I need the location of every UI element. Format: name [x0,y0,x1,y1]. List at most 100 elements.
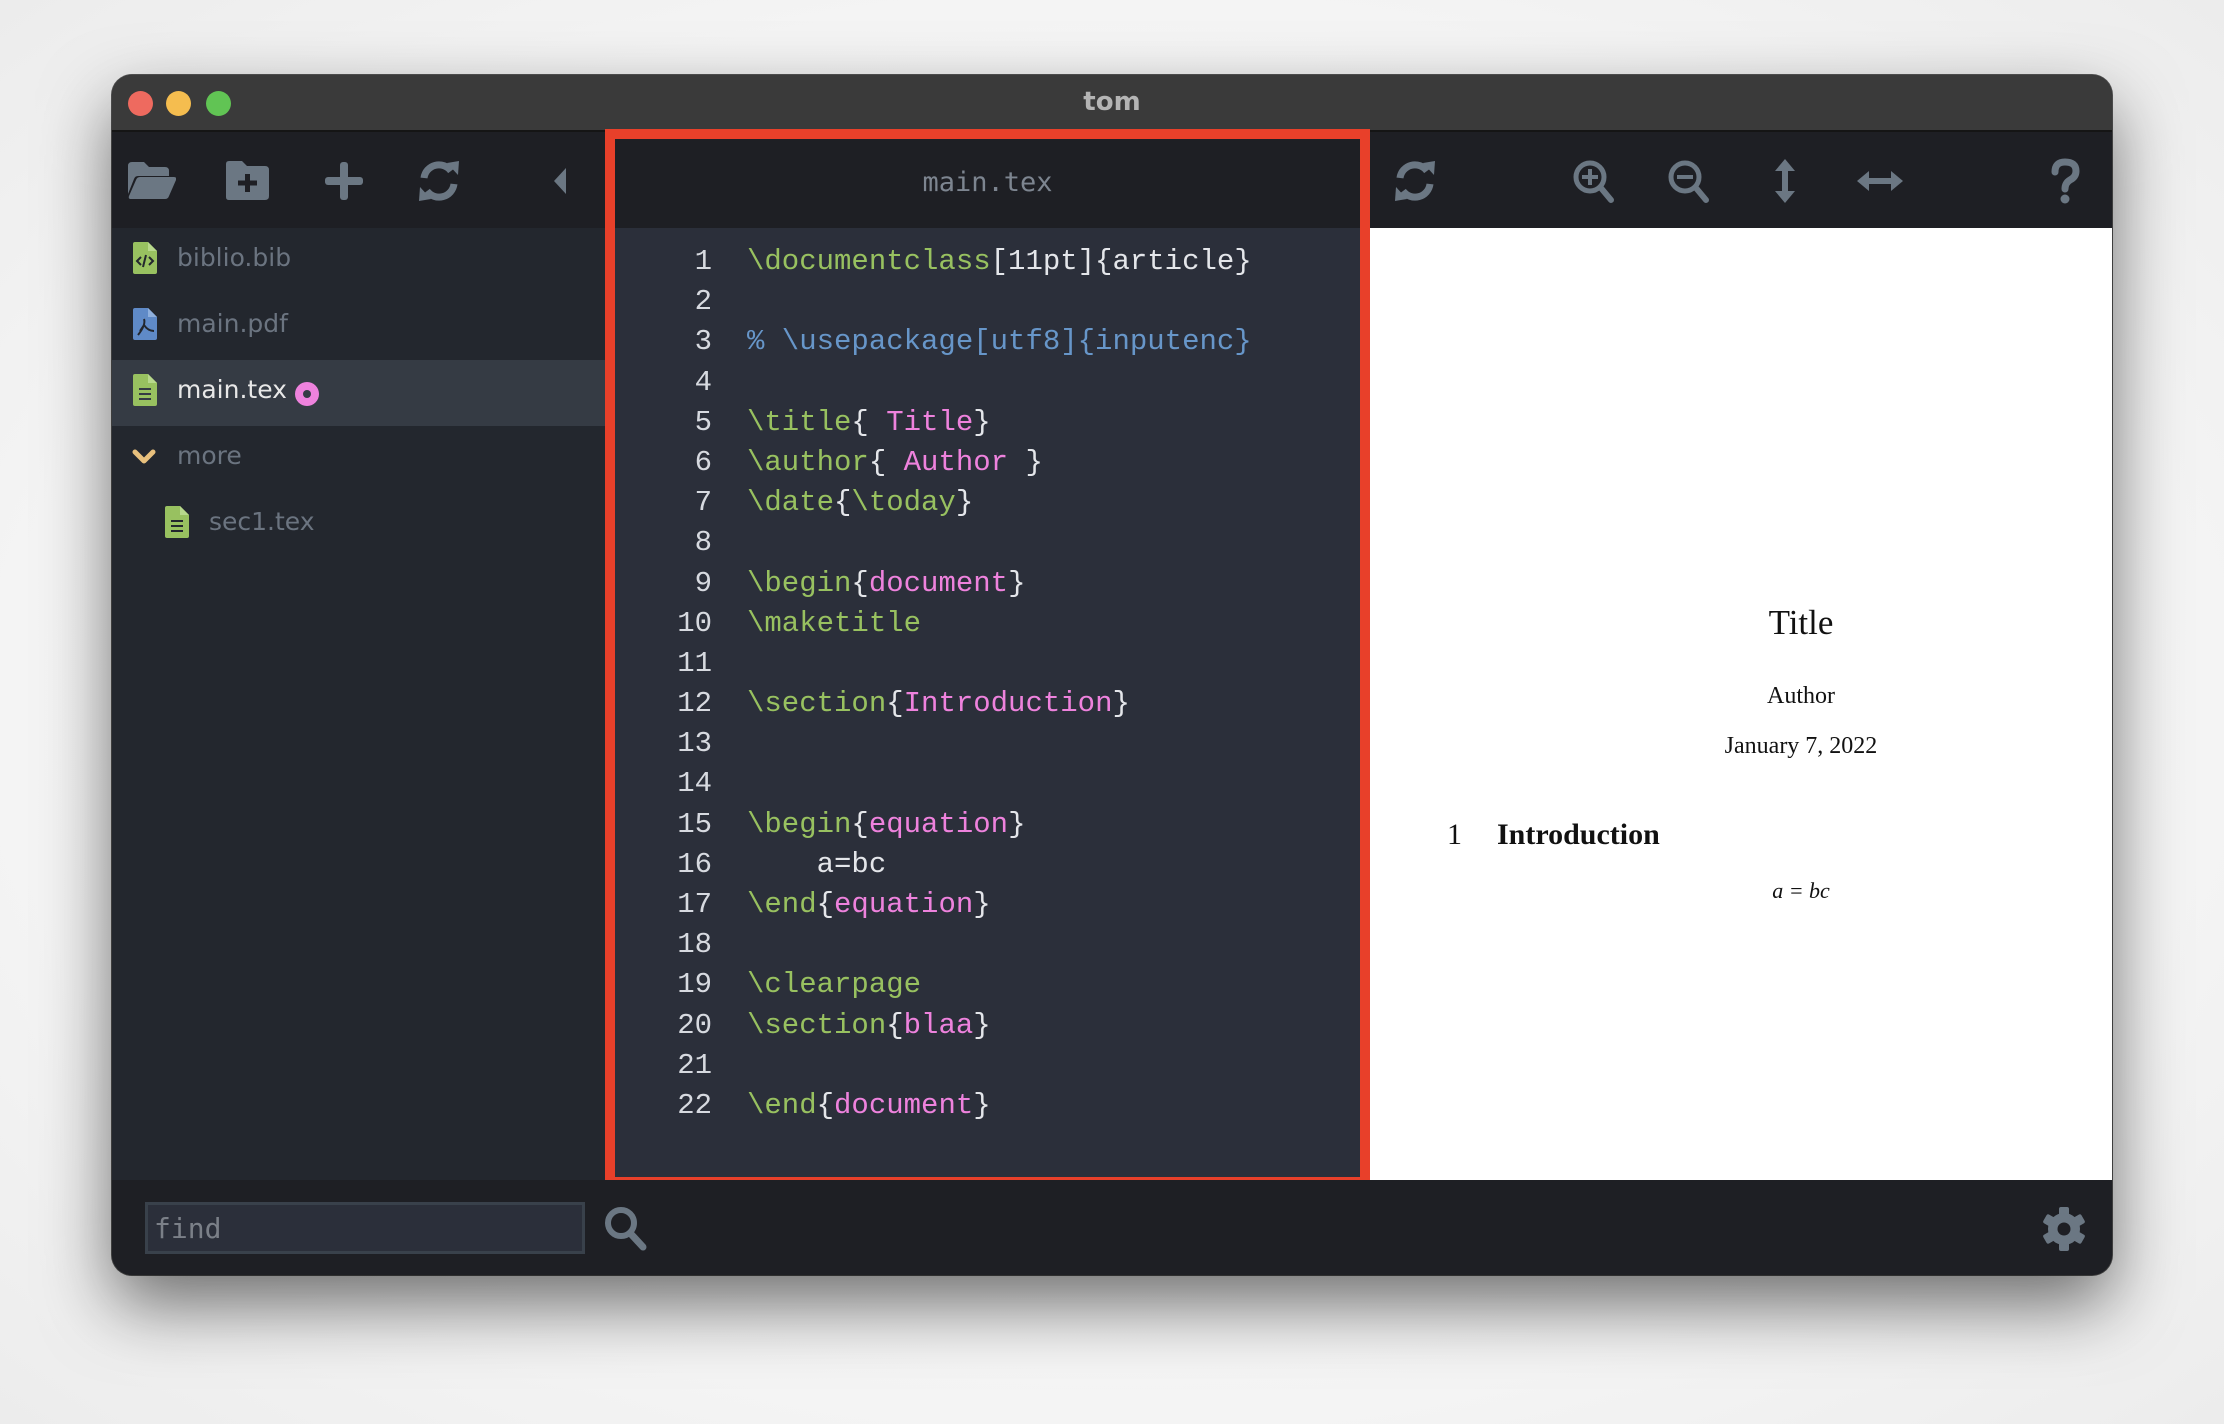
code-line[interactable]: 2 [615,282,1360,322]
latex-command: \begin [747,807,852,841]
pdf-title: Title [1768,603,1834,642]
code-line[interactable]: 8 [615,523,1360,563]
code-line[interactable]: 1 \documentclass[11pt]{article} [615,242,1360,282]
latex-command: \author [747,445,869,479]
pdf-equation: a = bc [1772,878,1830,903]
code-line[interactable]: 13 [615,724,1360,764]
line-source: \begin{equation} [747,805,1025,845]
search-button[interactable] [602,1204,650,1252]
file-item-main-tex[interactable]: main.tex [112,360,605,426]
line-source: % \usepackage[utf8]{inputenc} [747,322,1252,362]
line-source: \begin{document} [747,564,1025,604]
latex-command: \maketitle [747,606,922,640]
code-text: } [1112,687,1130,721]
search-icon [605,1207,647,1251]
line-source: \section{blaa} [747,1006,991,1046]
fit-height-button[interactable] [1760,158,1810,204]
code-line[interactable]: 3 % \usepackage[utf8]{inputenc} [615,322,1360,362]
line-number: 11 [677,646,712,680]
line-number: 15 [677,807,712,841]
line-number: 19 [677,968,712,1002]
pdf-preview[interactable]: Title Author January 7, 2022 1 Introducti… [1370,228,2112,1180]
latex-argument: equation [868,807,1009,841]
line-number: 1 [694,245,712,278]
zoom-out-icon [1668,160,1709,203]
new-file-button[interactable] [319,158,369,204]
file-item-main-pdf[interactable]: main.pdf [112,294,605,360]
collapse-sidebar-button[interactable] [548,158,574,204]
line-number: 21 [677,1048,712,1082]
line-number: 5 [694,405,712,439]
line-number: 2 [694,285,712,319]
line-source: a=bc [747,845,887,885]
code-line[interactable]: 15 \begin{equation} [615,805,1360,845]
code-text: { [886,687,904,721]
zoom-in-button[interactable] [1570,158,1620,204]
code-line[interactable]: 11 [615,644,1360,684]
folder-item-more[interactable]: more [112,426,605,492]
latex-command: \clearpage [747,968,922,1002]
app-window: tom biblio.bib main.pdf main.tex more se… [112,75,2112,1275]
code-text: } [955,486,974,520]
code-text: { [886,1008,904,1042]
code-line[interactable]: 17 \end{equation} [615,885,1360,925]
line-source: \end{document} [747,1086,991,1126]
code-line[interactable]: 7 \date{\today} [615,483,1360,523]
code-line[interactable]: 6 \author{ Author } [615,443,1360,483]
code-line[interactable]: 12 \section{Introduction} [615,684,1360,724]
code-line[interactable]: 21 [615,1046,1360,1086]
file-item-sec1-tex[interactable]: sec1.tex [112,492,605,558]
code-text: } [973,888,991,921]
settings-button[interactable] [2041,1206,2087,1252]
code-line[interactable]: 18 [615,925,1360,965]
unsaved-changes-indicator [295,382,319,406]
refresh-files-button[interactable] [414,158,464,204]
code-text: } [1008,566,1026,600]
find-input[interactable] [145,1202,585,1254]
refresh-icon [1395,161,1435,201]
code-line[interactable]: 14 [615,764,1360,804]
file-item-biblio-bib[interactable]: biblio.bib [112,228,605,294]
code-editor[interactable]: 1 \documentclass[11pt]{article} 2 3 % \usepa… [615,242,1360,1126]
file-text-icon [165,506,189,538]
zoom-out-button[interactable] [1665,158,1715,204]
code-line[interactable]: 22 \end{document} [615,1086,1360,1126]
editor-filename: main.tex [922,167,1053,198]
code-line[interactable]: 10 \maketitle [615,604,1360,644]
latex-argument: Introduction [903,687,1113,721]
help-button[interactable] [2040,158,2090,204]
latex-argument: blaa [903,1008,974,1042]
arrows-vertical-icon [1775,159,1795,203]
code-line[interactable]: 19 \clearpage [615,965,1360,1005]
bottom-bar [112,1180,2112,1275]
code-line[interactable]: 16 a=bc [615,845,1360,885]
code-line[interactable]: 20 \section{blaa} [615,1006,1360,1046]
code-text: [11pt]{article} [990,245,1252,278]
open-folder-button[interactable] [126,158,177,204]
code-line[interactable]: 5 \title{ Title} [615,403,1360,443]
line-number: 20 [677,1008,712,1042]
file-name: main.tex [177,375,287,404]
line-source: \maketitle [747,604,921,644]
code-line[interactable]: 4 [615,363,1360,403]
code-text: { [816,888,835,921]
line-number: 13 [677,727,712,761]
line-source: \documentclass[11pt]{article} [747,242,1252,282]
new-folder-button[interactable] [222,158,272,204]
chevron-down-icon [132,449,156,464]
fit-width-button[interactable] [1855,158,1905,204]
line-number: 17 [677,888,712,921]
pdf-section-heading: 1 Introduction [1447,818,1660,852]
window-title: tom [1083,87,1141,117]
line-number: 3 [694,325,712,359]
latex-argument: document [834,1088,974,1122]
latex-command: \documentclass [747,245,991,278]
code-line[interactable]: 9 \begin{document} [615,564,1360,604]
line-number: 6 [694,445,712,479]
file-name: sec1.tex [209,507,315,536]
code-text: } [973,1008,991,1042]
latex-argument: equation [834,888,974,921]
pdf-author: Author [1767,683,1835,709]
editor-header: main.tex [615,139,1360,228]
recompile-button[interactable] [1390,158,1440,204]
